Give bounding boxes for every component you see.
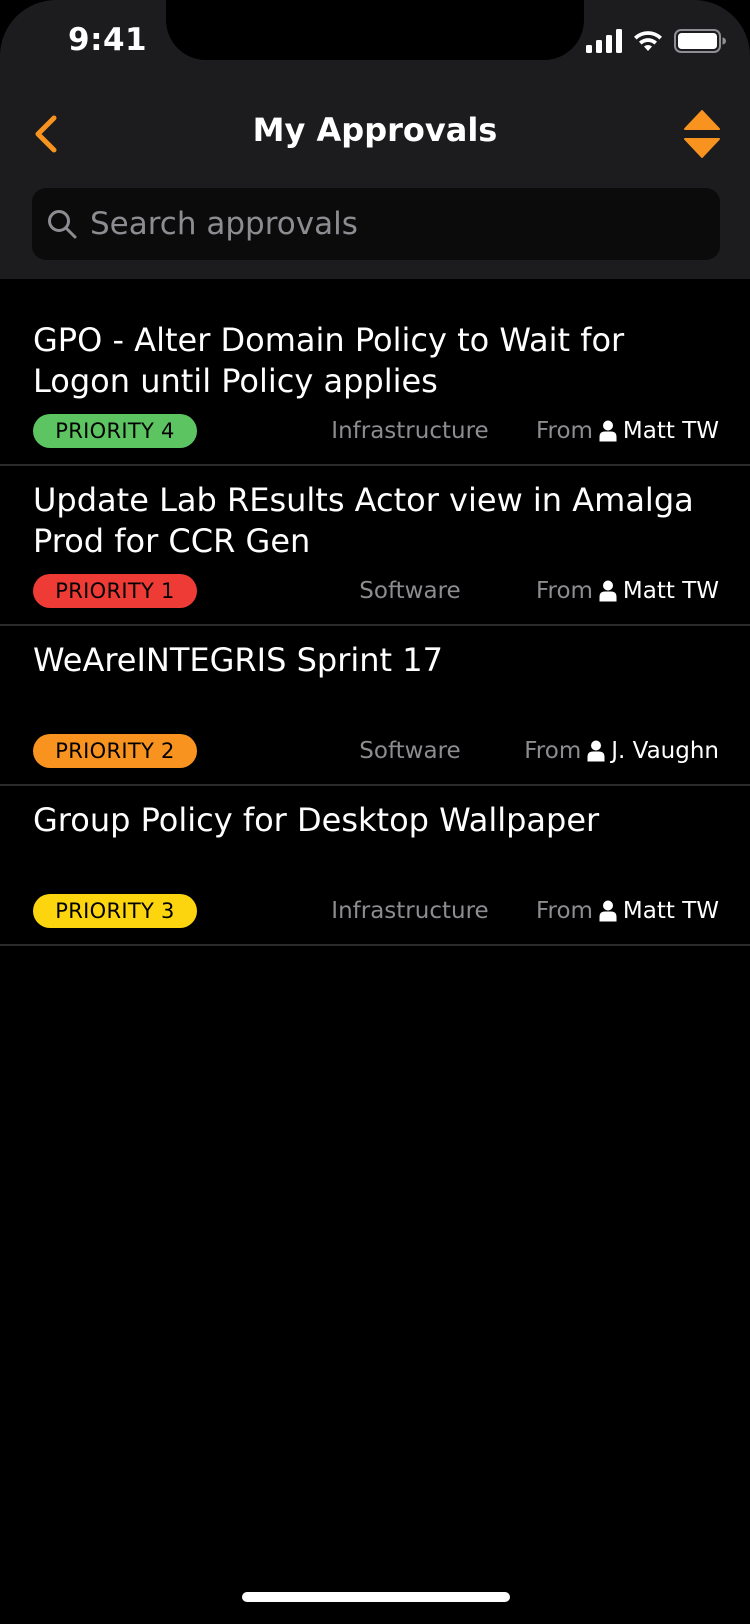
chevron-left-icon <box>35 115 57 153</box>
approval-item[interactable]: Group Policy for Desktop Wallpaper PRIOR… <box>0 786 750 946</box>
wifi-icon <box>634 31 662 51</box>
approvals-list: GPO - Alter Domain Policy to Wait for Lo… <box>0 306 750 946</box>
approval-from: From J. Vaughn <box>524 734 719 768</box>
sort-icon <box>684 110 720 158</box>
status-icons <box>586 28 726 54</box>
from-name: Matt TW <box>622 418 719 444</box>
approval-title: Update Lab REsults Actor view in Amalga … <box>33 481 694 560</box>
from-name: J. Vaughn <box>611 738 719 764</box>
approval-meta: PRIORITY 2 Software From J. Vaughn <box>33 734 719 770</box>
approval-title: WeAreINTEGRIS Sprint 17 <box>33 641 443 679</box>
user-icon <box>599 580 617 602</box>
approval-category: Software <box>359 738 461 764</box>
from-name: Matt TW <box>622 578 719 604</box>
approval-item[interactable]: WeAreINTEGRIS Sprint 17 PRIORITY 2 Softw… <box>0 626 750 786</box>
user-icon <box>599 900 617 922</box>
search-bar[interactable] <box>32 188 720 260</box>
user-icon <box>599 420 617 442</box>
approval-item[interactable]: Update Lab REsults Actor view in Amalga … <box>0 466 750 626</box>
approval-title: GPO - Alter Domain Policy to Wait for Lo… <box>33 321 625 400</box>
from-label: From <box>535 578 593 604</box>
approval-from: From Matt TW <box>536 414 719 448</box>
approval-meta: PRIORITY 4 Infrastructure From Matt TW <box>33 414 719 450</box>
priority-badge: PRIORITY 1 <box>33 574 197 608</box>
status-time: 9:41 <box>68 22 148 58</box>
from-label: From <box>524 738 582 764</box>
approval-from: From Matt TW <box>536 574 719 608</box>
back-button[interactable] <box>26 108 66 160</box>
sort-button[interactable] <box>680 108 724 160</box>
signal-icon <box>586 29 622 53</box>
header: 9:41 My Approvals <box>0 0 750 279</box>
priority-badge: PRIORITY 3 <box>33 894 197 928</box>
priority-badge: PRIORITY 4 <box>33 414 197 448</box>
approval-category: Infrastructure <box>331 418 489 444</box>
approval-item[interactable]: GPO - Alter Domain Policy to Wait for Lo… <box>0 306 750 466</box>
search-icon <box>48 210 77 239</box>
approval-title: Group Policy for Desktop Wallpaper <box>33 801 600 839</box>
from-label: From <box>535 418 593 444</box>
approval-category: Software <box>359 578 461 604</box>
priority-badge: PRIORITY 2 <box>33 734 197 768</box>
approval-from: From Matt TW <box>536 894 719 928</box>
approval-meta: PRIORITY 1 Software From Matt TW <box>33 574 719 610</box>
approval-meta: PRIORITY 3 Infrastructure From Matt TW <box>33 894 719 930</box>
from-name: Matt TW <box>622 898 719 924</box>
page-title: My Approvals <box>252 111 498 149</box>
battery-icon <box>674 29 726 53</box>
approval-category: Infrastructure <box>331 898 489 924</box>
home-indicator[interactable] <box>242 1592 510 1602</box>
user-icon <box>587 740 605 762</box>
device-notch <box>166 0 584 60</box>
search-input[interactable] <box>90 194 720 254</box>
app-screen: 9:41 My Approvals Search approvals GPO -… <box>0 0 750 1624</box>
from-label: From <box>535 898 593 924</box>
